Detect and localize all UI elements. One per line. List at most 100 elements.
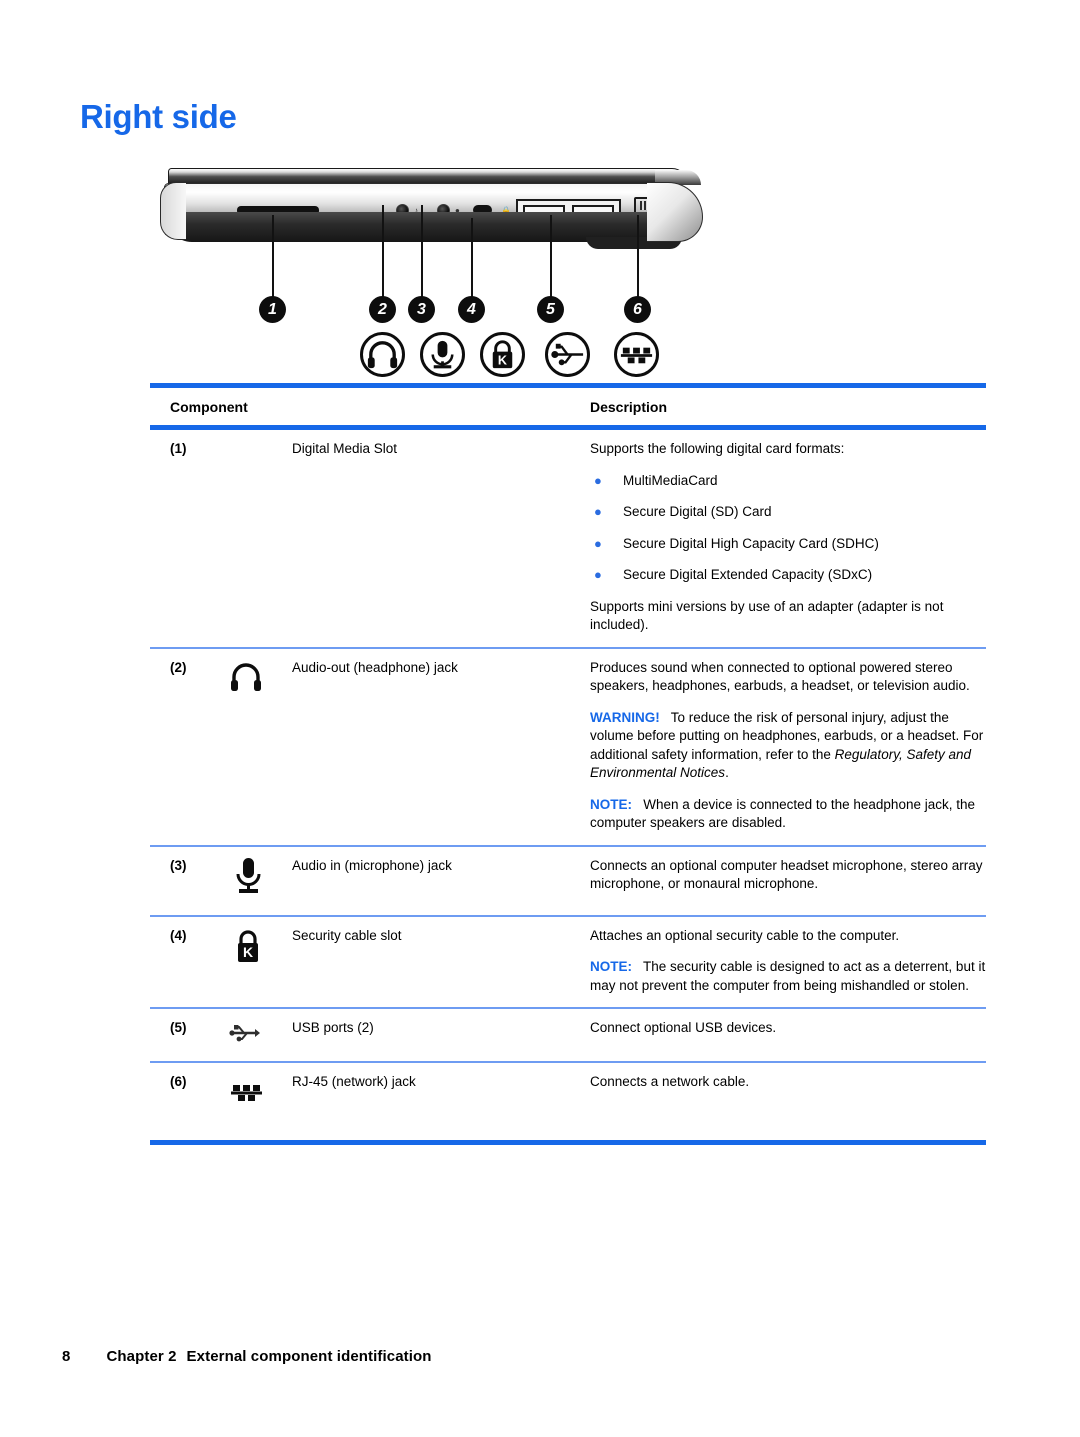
component-description: Produces sound when connected to optiona… [590,659,986,833]
headphone-icon [360,332,405,377]
leader-line-3 [421,205,423,300]
components-table: Component Description (1) Digital Media … [150,383,986,1145]
lock-icon: K [480,332,525,377]
list-item-label: Secure Digital High Capacity Card (SDHC) [623,535,879,551]
row-number: (2) [170,659,187,675]
warning-tail: . [725,765,729,780]
laptop-base [166,212,690,249]
leader-line-1 [272,215,274,300]
table-row: (4) K Security cable slot Attaches an op… [150,917,986,1008]
desc-paragraph: Connects a network cable. [590,1074,750,1089]
laptop-side-panel: ♪ ● 🔒 •• [164,183,692,227]
card-format-list: ● MultiMediaCard ● Secure Digital (SD) C… [590,472,986,585]
desc-paragraph: Produces sound when connected to optiona… [590,659,970,694]
rj45-icon [202,1085,266,1113]
page-footer: 8 Chapter 2 External component identificat… [62,1348,432,1365]
component-description: Supports the following digital card form… [590,440,986,635]
leader-line-2 [382,205,384,300]
component-name: USB ports (2) [292,1020,374,1035]
list-item: ● MultiMediaCard [590,472,986,491]
warning-paragraph: WARNING! To reduce the risk of personal … [590,709,986,783]
list-item: ● Secure Digital Extended Capacity (SDxC… [590,566,986,585]
usb-icon [202,1025,262,1048]
component-description: Attaches an optional security cable to t… [590,927,986,996]
row-icon-cell [202,1073,292,1114]
note-label: NOTE: [590,796,632,812]
component-name: Digital Media Slot [292,441,398,456]
component-description: Connects a network cable. [590,1073,986,1114]
component-name: Audio-out (headphone) jack [292,659,458,675]
desc-paragraph: Connect optional USB devices. [590,1020,777,1035]
desc-outro: Supports mini versions by use of an adap… [590,598,944,633]
lock-icon: K [202,929,266,973]
row-number: (6) [170,1074,187,1089]
row-number: (5) [170,1020,187,1035]
desc-paragraph: Attaches an optional security cable to t… [590,927,900,943]
column-header-description: Description [590,399,668,415]
row-number: (4) [170,927,187,943]
row-icon-cell [202,857,292,903]
row-icon-cell [202,1019,292,1049]
bullet-dot-icon: ● [594,472,602,488]
callout-badge-4: 4 [458,296,485,323]
list-item: ● Secure Digital (SD) Card [590,503,986,522]
leader-line-5 [550,215,552,300]
table-bottom-rule [150,1140,986,1145]
component-name: Audio in (microphone) jack [292,857,452,873]
desc-intro: Supports the following digital card form… [590,441,845,456]
table-header-row: Component Description [150,388,986,425]
laptop-illustration: ♪ ● 🔒 •• [160,168,705,249]
note-text: When a device is connected to the headph… [590,796,975,831]
note-paragraph: NOTE: When a device is connected to the … [590,796,986,833]
note-label: NOTE: [590,959,632,974]
bullet-dot-icon: ● [594,567,602,582]
warning-label: WARNING! [590,709,660,725]
component-description: Connects an optional computer headset mi… [590,857,986,903]
leader-line-6 [637,215,639,300]
row-number: (1) [170,441,187,456]
microphone-icon [202,857,268,902]
note-paragraph: NOTE: The security cable is designed to … [590,958,986,995]
row-icon-cell [202,659,292,833]
laptop-left-edge [160,182,186,240]
callout-badge-2: 2 [369,296,396,323]
leader-line-4 [471,218,473,300]
microphone-icon [420,332,465,377]
column-header-component: Component [170,399,248,415]
laptop-lid [168,168,701,185]
component-description: Connect optional USB devices. [590,1019,986,1049]
list-item: ● Secure Digital High Capacity Card (SDH… [590,535,986,554]
laptop-right-edge [647,182,703,242]
footer-page-number: 8 [62,1348,71,1365]
table-row: (6) RJ-45 (network) jack Connects a netw… [150,1063,986,1140]
callout-badge-6: 6 [624,296,651,323]
callout-badge-3: 3 [408,296,435,323]
list-item-label: Secure Digital (SD) Card [623,504,772,519]
component-name: RJ-45 (network) jack [292,1074,416,1089]
row-icon-empty [202,440,292,635]
desc-paragraph: Connects an optional computer headset mi… [590,857,983,892]
table-row: (2) Audio-out (headphone) jack Produces … [150,649,986,845]
table-row: (5) USB ports (2) Connect optional USB d… [150,1009,986,1061]
svg-text:K: K [243,944,253,960]
page-title: Right side [80,98,237,135]
headphone-icon [202,662,266,701]
note-text: The security cable is designed to act as… [590,959,986,993]
rj45-icon [614,332,659,377]
row-icon-cell: K [202,927,292,996]
laptop-right-side-figure: ♪ ● 🔒 •• 1 2 3 4 5 6 [150,160,710,382]
callout-badge-5: 5 [537,296,564,323]
table-row: (1) Digital Media Slot Supports the foll… [150,430,986,647]
list-item-label: Secure Digital Extended Capacity (SDxC) [623,567,873,582]
bullet-dot-icon: ● [594,504,602,519]
footer-chapter-title: External component identification [186,1348,432,1365]
list-item-label: MultiMediaCard [623,472,718,488]
bullet-dot-icon: ● [594,535,602,551]
table-row: (3) Audio in (microphone) jack Connects … [150,847,986,915]
footer-chapter: Chapter 2 [106,1348,177,1365]
row-number: (3) [170,857,187,873]
component-name: Security cable slot [292,927,402,943]
callout-badge-1: 1 [259,296,286,323]
usb-icon [545,332,590,377]
svg-text:K: K [498,353,508,367]
